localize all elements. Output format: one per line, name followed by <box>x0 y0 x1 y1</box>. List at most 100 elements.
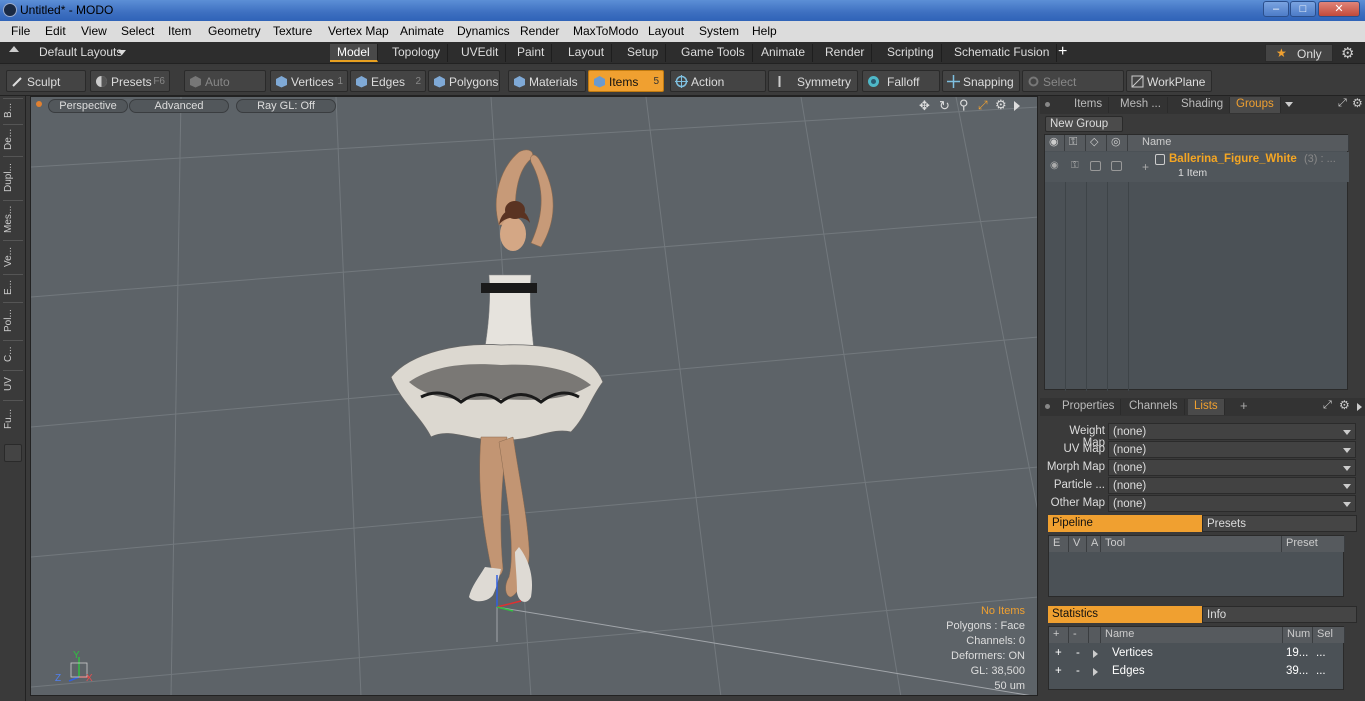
pipeline-col-a[interactable]: A <box>1087 536 1101 552</box>
presets-button[interactable]: Presets F6 <box>90 70 170 92</box>
tab-lists[interactable]: Lists <box>1188 399 1225 415</box>
tab-game-tools[interactable]: Game Tools <box>674 44 753 62</box>
workplane-button[interactable]: WorkPlane <box>1126 70 1212 92</box>
tab-items[interactable]: Items <box>1068 97 1110 113</box>
table-row[interactable]: + - Edges 39... ... <box>1049 663 1345 681</box>
expand-panel-icon[interactable]: ⤢ <box>1323 399 1332 412</box>
menu-system[interactable]: System <box>699 24 739 38</box>
expand-panel-icon[interactable]: ⤢ <box>1338 97 1347 110</box>
shading-style-button[interactable]: Advanced <box>129 99 229 113</box>
expand-group-icon[interactable]: + <box>1142 160 1149 174</box>
zoom-view-icon[interactable]: ⚲ <box>959 97 969 113</box>
tab-uvedit[interactable]: UVEdit <box>454 44 507 62</box>
stats-col-num[interactable]: Num <box>1283 627 1313 643</box>
gear-icon[interactable]: ⚙ <box>1341 44 1354 62</box>
lock-col-icon[interactable]: ⚿ <box>1065 135 1086 151</box>
render-col-icon[interactable]: ◇ <box>1086 135 1107 151</box>
tab-setup[interactable]: Setup <box>620 44 667 62</box>
tab-topology[interactable]: Topology <box>385 44 449 62</box>
vertices-button[interactable]: Vertices 1 <box>270 70 348 92</box>
sculpt-button[interactable]: Sculpt <box>6 70 86 92</box>
stats-add-button[interactable]: + <box>1055 663 1062 679</box>
panel-gear-icon[interactable]: ⚙ <box>1352 96 1363 110</box>
close-button[interactable]: ✕ <box>1318 1 1360 17</box>
tab-schematic-fusion[interactable]: Schematic Fusion <box>947 44 1058 62</box>
menu-animate[interactable]: Animate <box>400 24 444 38</box>
table-row[interactable]: + - Vertices 19... ... <box>1049 645 1345 663</box>
tab-groups[interactable]: Groups <box>1230 97 1281 113</box>
tab-deform[interactable]: De... <box>3 124 23 154</box>
tabs-chevron-down-icon[interactable] <box>1285 102 1293 107</box>
tab-mesh-edit[interactable]: Mes... <box>3 200 23 238</box>
expand-row-icon[interactable] <box>1093 668 1098 676</box>
weight-map-dropdown[interactable]: (none) <box>1108 423 1356 440</box>
symmetry-button[interactable]: Symmetry <box>768 70 858 92</box>
panel-expand-icon[interactable] <box>1357 403 1362 411</box>
collapse-up-icon[interactable] <box>9 46 19 52</box>
polygons-button[interactable]: Polygons <box>428 70 500 92</box>
stats-add-button[interactable]: + <box>1055 645 1062 661</box>
presets-tab[interactable]: Presets <box>1202 515 1357 532</box>
uv-map-dropdown[interactable]: (none) <box>1108 441 1356 458</box>
tab-shading[interactable]: Shading <box>1175 97 1231 113</box>
tab-uv[interactable]: UV <box>3 370 23 398</box>
snapping-button[interactable]: Snapping <box>942 70 1020 92</box>
action-center-button[interactable]: Action Center <box>670 70 766 111</box>
edges-button[interactable]: Edges 2 <box>350 70 426 92</box>
tab-vertex[interactable]: Ve... <box>3 240 23 272</box>
minimize-button[interactable]: – <box>1263 1 1289 17</box>
panel-menu-dot[interactable] <box>1045 404 1050 409</box>
stats-col-plus[interactable]: + <box>1049 627 1069 643</box>
tab-scripting[interactable]: Scripting <box>880 44 942 62</box>
auto-select-button[interactable]: Auto Select <box>184 70 266 111</box>
tab-fusion[interactable]: Fu... <box>3 400 23 436</box>
stats-remove-button[interactable]: - <box>1076 663 1080 679</box>
stats-col-minus[interactable]: - <box>1069 627 1089 643</box>
menu-vertex-map[interactable]: Vertex Map <box>328 24 389 38</box>
add-tab-button[interactable]: + <box>1240 398 1248 413</box>
tab-duplicate[interactable]: Dupl... <box>3 156 23 198</box>
chevron-down-icon[interactable] <box>118 50 126 55</box>
stats-col-sel[interactable]: Sel <box>1313 627 1345 643</box>
menu-maxtomodo[interactable]: MaxToModo <box>573 24 638 38</box>
items-button[interactable]: Items 5 <box>588 70 664 92</box>
tab-basic[interactable]: B... <box>3 98 23 122</box>
menu-edit[interactable]: Edit <box>45 24 66 38</box>
menu-select[interactable]: Select <box>121 24 154 38</box>
viewport-menu-dot[interactable] <box>36 101 42 107</box>
other-map-dropdown[interactable]: (none) <box>1108 495 1356 512</box>
groups-scrollbar[interactable] <box>1350 134 1362 390</box>
raygl-button[interactable]: Ray GL: Off <box>236 99 336 113</box>
pipeline-tab[interactable]: Pipeline <box>1048 515 1202 532</box>
panel-gear-icon[interactable]: ⚙ <box>1339 398 1350 412</box>
visibility-icon[interactable]: ◉ <box>1050 160 1059 171</box>
tab-animate[interactable]: Animate <box>754 44 814 62</box>
pipeline-col-preset[interactable]: Preset <box>1282 536 1345 552</box>
pipeline-col-e[interactable]: E <box>1049 536 1069 552</box>
name-column-header[interactable]: Name <box>1128 135 1349 151</box>
menu-geometry[interactable]: Geometry <box>208 24 261 38</box>
menu-dynamics[interactable]: Dynamics <box>457 24 510 38</box>
viewport-expand-icon[interactable] <box>1014 101 1020 111</box>
menu-help[interactable]: Help <box>752 24 777 38</box>
info-tab[interactable]: Info <box>1202 606 1357 623</box>
select-checkbox[interactable] <box>1111 161 1122 171</box>
falloff-button[interactable]: Falloff <box>862 70 940 92</box>
stats-col-name[interactable]: Name <box>1101 627 1283 643</box>
tab-model[interactable]: Model <box>330 44 378 62</box>
viewport-gear-icon[interactable]: ⚙ <box>995 97 1007 113</box>
morph-map-dropdown[interactable]: (none) <box>1108 459 1356 476</box>
group-row[interactable]: ◉ ⚿ + Ballerina_Figure_White (3) : ... 1… <box>1045 152 1349 182</box>
menu-view[interactable]: View <box>81 24 107 38</box>
layouts-dropdown[interactable]: Default Layouts <box>39 45 122 59</box>
move-view-icon[interactable]: ✥ <box>919 98 930 114</box>
tab-channels[interactable]: Channels <box>1123 399 1185 415</box>
panel-menu-dot[interactable] <box>1045 102 1050 107</box>
eye-col-icon[interactable]: ◉ <box>1045 135 1065 151</box>
particle-map-dropdown[interactable]: (none) <box>1108 477 1356 494</box>
tab-mesh[interactable]: Mesh ... <box>1114 97 1168 113</box>
pipeline-col-tool[interactable]: Tool <box>1101 536 1282 552</box>
statistics-tab[interactable]: Statistics <box>1048 606 1202 623</box>
menu-item[interactable]: Item <box>168 24 191 38</box>
select-through-button[interactable]: Select Through <box>1022 70 1124 111</box>
